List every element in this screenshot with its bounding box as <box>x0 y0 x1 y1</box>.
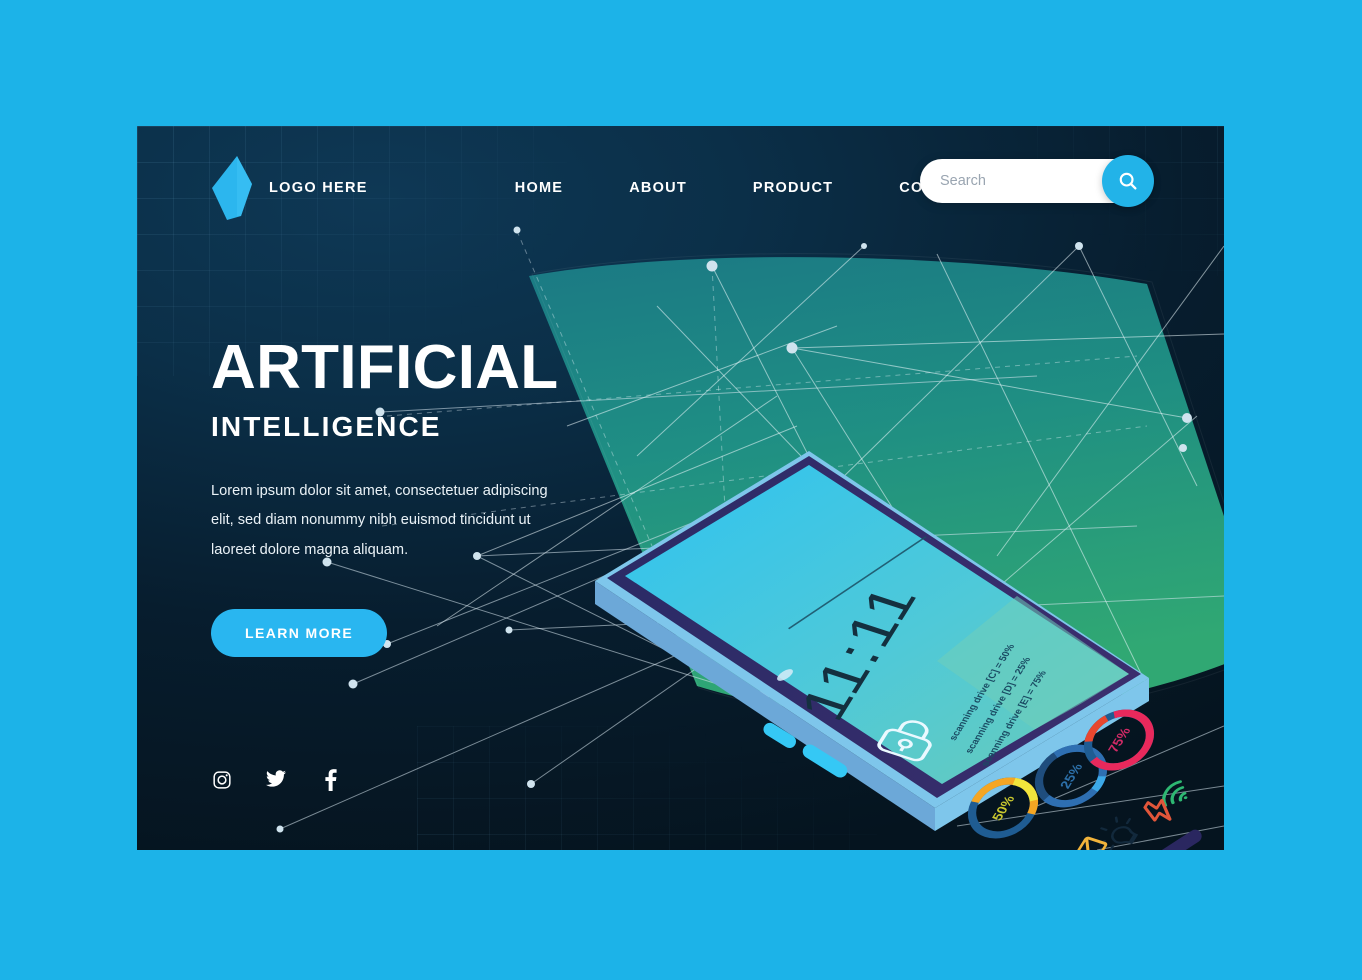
learn-more-button[interactable]: LEARN MORE <box>211 608 388 657</box>
site-header: LOGO HERE HOME ABOUT PRODUCT CONTACT <box>137 126 1224 250</box>
search-icon <box>1119 172 1137 190</box>
twitter-icon[interactable] <box>265 769 287 791</box>
hero-card: 11:11 scanning drive [C] = 50% scanning … <box>137 126 1224 850</box>
hero-content: ARTIFICIAL INTELLIGENCE Lorem ipsum dolo… <box>211 336 631 657</box>
hero-subtitle: INTELLIGENCE <box>211 411 442 443</box>
search-button[interactable] <box>1102 155 1154 207</box>
facebook-icon[interactable] <box>319 769 341 791</box>
brand-name: LOGO HERE <box>269 180 368 196</box>
instagram-icon[interactable] <box>211 769 233 791</box>
brand[interactable]: LOGO HERE <box>211 154 368 222</box>
search-bar <box>920 155 1154 207</box>
hero-title: ARTIFICIAL <box>211 333 559 402</box>
hero-paragraph: Lorem ipsum dolor sit amet, consectetuer… <box>211 483 548 558</box>
leaf-logo-icon <box>212 156 252 220</box>
nav-item-product[interactable]: PRODUCT <box>720 180 866 196</box>
search-input[interactable] <box>940 173 1100 189</box>
social-links <box>211 769 341 791</box>
svg-text:25%: 25% <box>1057 762 1086 790</box>
nav-item-home[interactable]: HOME <box>482 180 596 196</box>
page-root: 11:11 scanning drive [C] = 50% scanning … <box>0 0 1362 980</box>
lightbulb-icon <box>1098 816 1138 850</box>
nav-item-about[interactable]: ABOUT <box>596 180 720 196</box>
svg-text:75%: 75% <box>1105 726 1134 754</box>
